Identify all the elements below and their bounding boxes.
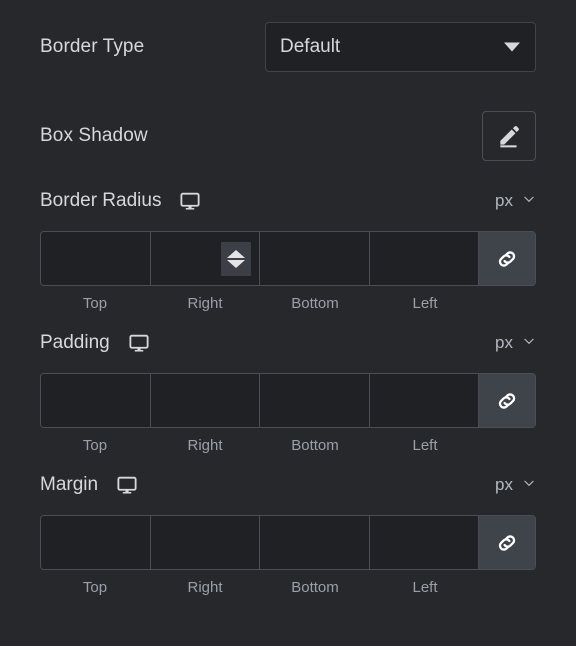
dimension-group-margin: Margin px Top Right Bottom Left <box>16 462 560 604</box>
unit-label: px <box>495 475 513 494</box>
chevron-down-icon <box>522 475 536 495</box>
spinner-down-icon[interactable] <box>227 259 245 268</box>
border-radius-input-left[interactable] <box>369 232 478 285</box>
dimension-header: Margin px <box>16 462 560 508</box>
margin-label-right: Right <box>187 578 223 596</box>
border-radius-spinner-right[interactable] <box>221 241 251 276</box>
border-radius-label-bottom: Bottom <box>291 294 339 312</box>
border-radius-cell-left[interactable] <box>369 232 479 285</box>
desktop-monitor-icon[interactable] <box>179 190 201 212</box>
box-shadow-edit-button[interactable] <box>482 111 536 161</box>
chevron-down-icon <box>522 333 536 353</box>
padding-input-right[interactable] <box>150 374 259 427</box>
margin-unit-switcher[interactable]: px <box>495 475 536 495</box>
dimension-inputs <box>40 373 536 428</box>
desktop-monitor-icon[interactable] <box>116 474 138 496</box>
border-radius-label-right: Right <box>187 294 223 312</box>
padding-cell-left[interactable] <box>369 374 479 427</box>
margin-input-right[interactable] <box>150 516 259 569</box>
margin-input-bottom[interactable] <box>260 516 369 569</box>
border-radius-link-values-button[interactable] <box>479 232 535 285</box>
padding-input-top[interactable] <box>41 374 150 427</box>
border-radius-cell-bottom[interactable] <box>260 232 370 285</box>
padding-input-left[interactable] <box>369 374 478 427</box>
border-type-row: Border Type Default <box>16 0 560 94</box>
dimension-labels: Top Right Bottom Left <box>40 428 536 462</box>
padding-label-left: Left <box>412 436 438 454</box>
border-radius-input-top[interactable] <box>41 232 150 285</box>
margin-label: Margin <box>40 474 99 495</box>
padding-cell-right[interactable] <box>150 374 260 427</box>
desktop-monitor-icon[interactable] <box>128 332 150 354</box>
pencil-edit-icon <box>496 123 522 149</box>
box-shadow-label: Box Shadow <box>40 125 148 146</box>
padding-link-values-button[interactable] <box>479 374 535 427</box>
border-radius-label-left: Left <box>412 294 438 312</box>
padding-input-bottom[interactable] <box>260 374 369 427</box>
margin-input-top[interactable] <box>41 516 150 569</box>
dimension-inputs <box>40 231 536 286</box>
link-chain-icon <box>494 388 520 414</box>
dimension-labels: Top Right Bottom Left <box>40 286 536 320</box>
padding-label: Padding <box>40 332 110 353</box>
padding-label-right: Right <box>187 436 223 454</box>
unit-label: px <box>495 191 513 210</box>
margin-cell-right[interactable] <box>150 516 260 569</box>
margin-cell-top[interactable] <box>41 516 151 569</box>
box-shadow-row: Box Shadow <box>16 94 560 178</box>
spinner-up-icon[interactable] <box>227 249 245 258</box>
link-chain-icon <box>494 530 520 556</box>
dimension-group-border-radius: Border Radius px Top Right Bottom Left <box>16 178 560 320</box>
padding-label-top: Top <box>82 436 108 454</box>
dimension-header: Padding px <box>16 320 560 366</box>
padding-cell-top[interactable] <box>41 374 151 427</box>
border-radius-label-top: Top <box>82 294 108 312</box>
chevron-down-icon <box>522 191 536 211</box>
padding-cell-bottom[interactable] <box>260 374 370 427</box>
margin-cell-bottom[interactable] <box>260 516 370 569</box>
padding-label-bottom: Bottom <box>291 436 339 454</box>
dimension-inputs <box>40 515 536 570</box>
margin-label-left: Left <box>412 578 438 596</box>
border-type-label: Border Type <box>40 36 145 57</box>
dimension-header: Border Radius px <box>16 178 560 224</box>
border-radius-cell-top[interactable] <box>41 232 151 285</box>
border-type-select[interactable]: Default <box>265 22 536 72</box>
border-radius-unit-switcher[interactable]: px <box>495 191 536 211</box>
margin-label-bottom: Bottom <box>291 578 339 596</box>
border-radius-input-bottom[interactable] <box>260 232 369 285</box>
margin-label-top: Top <box>82 578 108 596</box>
dimension-group-padding: Padding px Top Right Bottom Left <box>16 320 560 462</box>
padding-unit-switcher[interactable]: px <box>495 333 536 353</box>
dimension-labels: Top Right Bottom Left <box>40 570 536 604</box>
border-radius-cell-right[interactable] <box>150 232 260 285</box>
link-chain-icon <box>494 246 520 272</box>
border-type-select-wrap[interactable]: Default <box>265 22 536 72</box>
margin-input-left[interactable] <box>369 516 478 569</box>
border-radius-label: Border Radius <box>40 190 162 211</box>
style-settings-panel: Border Type Default Box Shadow Border Ra… <box>0 0 576 646</box>
margin-link-values-button[interactable] <box>479 516 535 569</box>
unit-label: px <box>495 333 513 352</box>
dimension-groups: Border Radius px Top Right Bottom Left P… <box>16 178 560 604</box>
margin-cell-left[interactable] <box>369 516 479 569</box>
